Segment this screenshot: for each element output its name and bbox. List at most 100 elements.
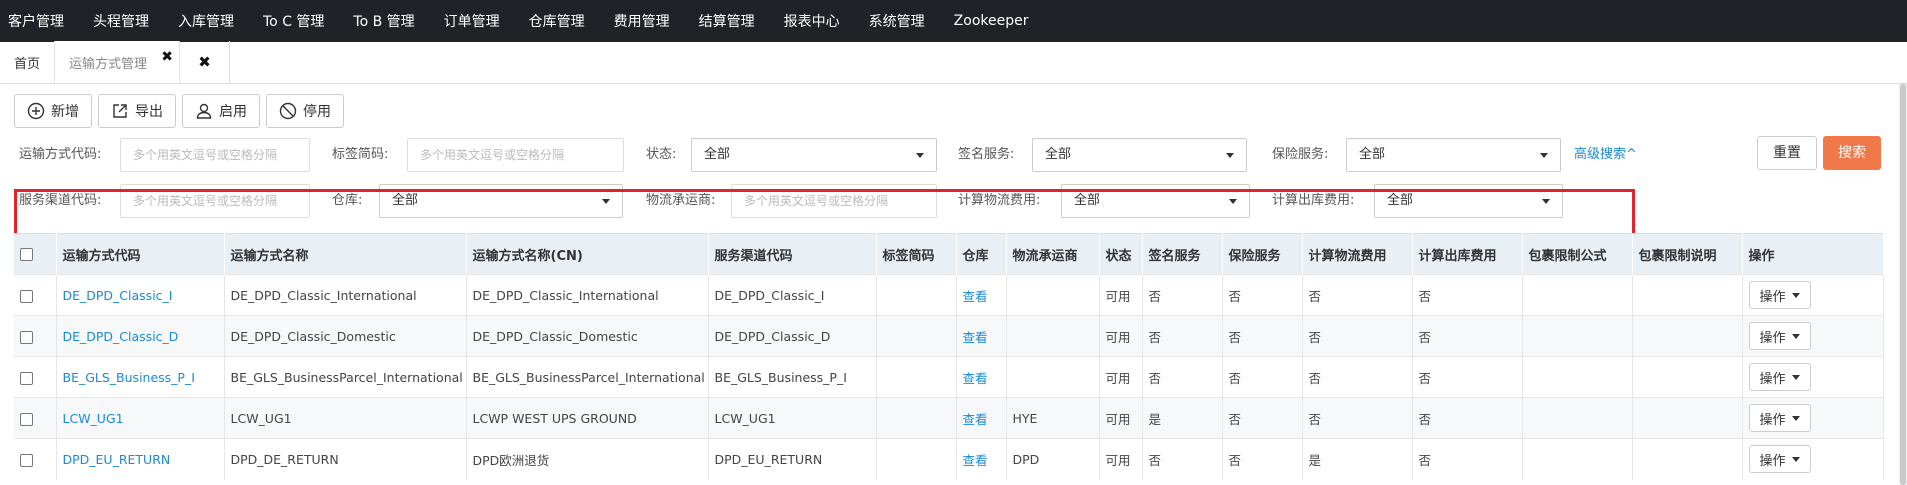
warehouse-view-link[interactable]: 查看 xyxy=(956,315,1007,357)
row-checkbox[interactable] xyxy=(20,412,33,426)
add-button[interactable]: 新增 xyxy=(14,94,92,128)
ban-icon xyxy=(279,102,297,120)
export-icon xyxy=(113,104,127,118)
column-header: 服务渠道代码 xyxy=(708,233,877,275)
insurance-cell: 否 xyxy=(1222,356,1303,398)
nav-item[interactable]: Zookeeper xyxy=(954,13,1029,29)
nav-item[interactable]: 系统管理 xyxy=(869,11,925,31)
warehouse-view-link[interactable]: 查看 xyxy=(956,356,1007,398)
limit-desc-cell xyxy=(1632,438,1743,480)
channel-code-cell: LCW_UG1 xyxy=(708,397,877,439)
status-cell: 可用 xyxy=(1099,397,1143,439)
tag-input[interactable]: 多个用英文逗号或空格分隔 xyxy=(407,138,624,172)
operation-dropdown-button[interactable]: 操作 xyxy=(1748,445,1811,474)
row-checkbox[interactable] xyxy=(20,371,33,385)
name-cn-cell: LCWP WEST UPS GROUND xyxy=(466,397,709,439)
operation-dropdown-button[interactable]: 操作 xyxy=(1748,281,1811,309)
logistic-fee-cell: 否 xyxy=(1302,397,1413,439)
insurance-cell: 否 xyxy=(1222,274,1303,316)
limit-desc-cell xyxy=(1632,356,1743,398)
export-button[interactable]: 导出 xyxy=(98,94,176,128)
chevron-down-icon xyxy=(1791,456,1800,462)
sign-select[interactable]: 全部 xyxy=(1032,138,1247,172)
nav-item[interactable]: 报表中心 xyxy=(784,11,840,31)
logistic-fee-cell: 否 xyxy=(1302,315,1413,357)
row-checkbox[interactable] xyxy=(20,330,33,344)
limit-desc-cell xyxy=(1632,397,1743,439)
chevron-down-icon xyxy=(1791,292,1800,298)
chevron-down-icon xyxy=(1226,153,1234,158)
outbound-fee-cell: 否 xyxy=(1412,315,1523,357)
insure-select[interactable]: 全部 xyxy=(1346,138,1561,172)
nav-item[interactable]: 头程管理 xyxy=(93,11,149,31)
chevron-down-icon xyxy=(1791,415,1800,421)
column-header: 保险服务 xyxy=(1222,233,1303,275)
nav-item[interactable]: To C 管理 xyxy=(263,11,324,31)
column-header: 状态 xyxy=(1099,233,1143,275)
column-header: 签名服务 xyxy=(1142,233,1223,275)
channel-code-cell: BE_GLS_Business_P_I xyxy=(708,356,877,398)
name-cell: LCW_UG1 xyxy=(224,397,467,439)
tab-transport-method[interactable]: 运输方式管理 ✖ xyxy=(55,41,181,83)
close-all-tabs-icon[interactable]: ✖ xyxy=(180,41,231,83)
warehouse-view-link[interactable]: 查看 xyxy=(956,397,1007,439)
user-icon xyxy=(196,103,212,119)
limit-formula-cell xyxy=(1522,274,1633,316)
nav-item[interactable]: 订单管理 xyxy=(444,11,500,31)
code-cell[interactable]: DPD_EU_RETURN xyxy=(56,438,225,480)
carrier-cell: DPD xyxy=(1006,438,1100,480)
scrollbar-thumb[interactable] xyxy=(1900,84,1906,485)
chevron-down-icon xyxy=(916,153,924,158)
code-cell[interactable]: DE_DPD_Classic_D xyxy=(56,315,225,357)
operation-label: 操作 xyxy=(1759,289,1786,305)
chevron-down-icon xyxy=(1791,333,1800,339)
status-cell: 可用 xyxy=(1099,438,1143,480)
table-row: BE_GLS_Business_P_I BE_GLS_BusinessParcel… xyxy=(14,356,1884,398)
operation-dropdown-button[interactable]: 操作 xyxy=(1748,363,1811,391)
operation-label: 操作 xyxy=(1759,371,1786,387)
advanced-search-link[interactable]: 高级搜索^ xyxy=(1574,138,1637,172)
column-header: 标签简码 xyxy=(876,233,957,275)
enable-button[interactable]: 启用 xyxy=(182,94,260,128)
row-select-cell xyxy=(14,356,57,398)
select-all-checkbox[interactable] xyxy=(20,247,33,261)
name-cn-cell: BE_GLS_BusinessParcel_International xyxy=(466,356,709,398)
disable-button[interactable]: 停用 xyxy=(266,94,344,128)
toolbar: 新增 导出 启用 停用 xyxy=(0,84,1907,136)
code-input[interactable]: 多个用英文逗号或空格分隔 xyxy=(120,138,310,172)
operation-dropdown-button[interactable]: 操作 xyxy=(1748,322,1811,350)
operation-dropdown-button[interactable]: 操作 xyxy=(1748,404,1811,432)
code-cell[interactable]: LCW_UG1 xyxy=(56,397,225,439)
tab-home[interactable]: 首页 xyxy=(0,41,56,83)
tab-bar: 首页 运输方式管理 ✖ ✖ xyxy=(0,41,1907,84)
row-checkbox[interactable] xyxy=(20,289,33,303)
warehouse-view-link[interactable]: 查看 xyxy=(956,438,1007,480)
warehouse-view-link[interactable]: 查看 xyxy=(956,274,1007,316)
nav-item[interactable]: To B 管理 xyxy=(353,11,414,31)
nav-item[interactable]: 结算管理 xyxy=(699,11,755,31)
sign-service-cell: 是 xyxy=(1142,397,1223,439)
tag-cell xyxy=(876,315,957,357)
sign-value: 全部 xyxy=(1045,147,1072,162)
sign-service-cell: 否 xyxy=(1142,315,1223,357)
select-all-cell xyxy=(14,233,57,275)
vertical-scrollbar[interactable] xyxy=(1899,84,1907,485)
column-header: 操作 xyxy=(1742,233,1884,275)
status-select[interactable]: 全部 xyxy=(691,138,937,172)
op-cell: 操作 xyxy=(1742,315,1884,357)
limit-desc-cell xyxy=(1632,315,1743,357)
code-cell[interactable]: BE_GLS_Business_P_I xyxy=(56,356,225,398)
reset-button[interactable]: 重置 xyxy=(1757,136,1817,170)
nav-item[interactable]: 仓库管理 xyxy=(529,11,585,31)
table-row: DPD_EU_RETURN DPD_DE_RETURN DPD欧洲退货 DPD_EU_… xyxy=(14,438,1884,480)
code-label: 运输方式代码: xyxy=(19,147,102,162)
row-checkbox[interactable] xyxy=(20,453,33,467)
nav-item[interactable]: 入库管理 xyxy=(178,11,234,31)
nav-item[interactable]: 客户管理 xyxy=(8,11,64,31)
carrier-cell: HYE xyxy=(1006,397,1100,439)
nav-item[interactable]: 费用管理 xyxy=(614,11,670,31)
code-cell[interactable]: DE_DPD_Classic_I xyxy=(56,274,225,316)
name-cell: DE_DPD_Classic_International xyxy=(224,274,467,316)
search-button[interactable]: 搜索 xyxy=(1823,136,1881,170)
close-icon[interactable]: ✖ xyxy=(161,49,173,65)
